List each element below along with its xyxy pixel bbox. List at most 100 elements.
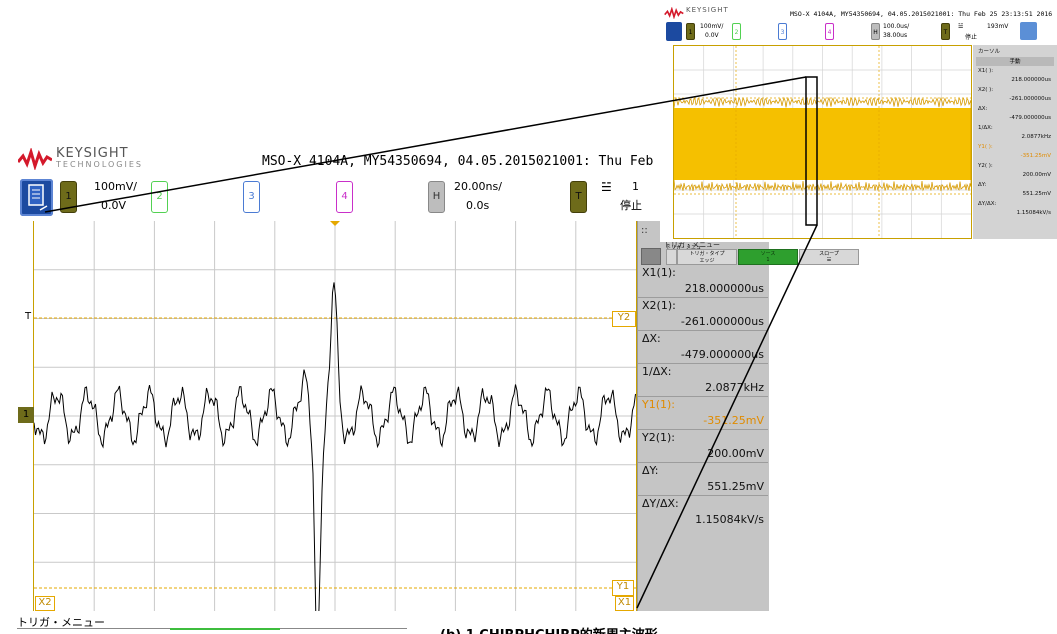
cursor-readout-value: 1.15084kV/s [695, 513, 764, 526]
mini-cursor-readout-label: Y2( ): [978, 163, 993, 169]
mini-slope-button[interactable]: スロープ ☱ [799, 249, 859, 265]
graticule [34, 221, 636, 611]
cursor-x1-tag[interactable]: X1 [615, 596, 634, 611]
mini-softkey-menu-button[interactable] [666, 249, 677, 265]
mini-source-button[interactable]: ソース 1 [738, 249, 798, 265]
mini-trigger-level: 193mV [987, 23, 1009, 30]
ch1-offset: 0.0V [101, 199, 127, 212]
mini-source-value: 1 [766, 257, 770, 263]
cursor-readout-value: -261.000000us [680, 315, 764, 328]
mini-cursor-readout-label: X1( ): [978, 68, 994, 74]
mini-trigger-type-button[interactable]: トリガ・タイプ エッジ [677, 249, 737, 265]
mini-slope-label: スロープ [819, 251, 839, 257]
channel-1-button[interactable]: 1 [60, 181, 77, 213]
mini-panel-mode[interactable]: 手動 [976, 57, 1054, 66]
cursor-y1-tag[interactable]: Y1 [612, 580, 634, 596]
menu-icon[interactable] [20, 179, 53, 216]
figure-caption: (b) 1 CHIRPHCHIRP的新周主波形 [440, 624, 840, 634]
mini-signal-band [674, 108, 971, 180]
mini-slope-value: ☱ [826, 257, 832, 263]
scope-id: MSO-X 4104A, MY54350694, 04.05.201502100… [262, 154, 662, 169]
mini-cursor-readout-value: -261.000000us [1009, 96, 1051, 102]
horizontal-delay: 0.0s [466, 199, 490, 212]
mini-channel-2-button[interactable]: 2 [732, 23, 741, 40]
trigger-source: 1 [632, 180, 639, 193]
cursor-readout-label: ΔX: [642, 332, 661, 345]
mini-channel-1-button[interactable]: 1 [686, 23, 695, 40]
cursor-readout-label: X1(1): [642, 266, 676, 279]
cursor-readout-value: 218.000000us [684, 282, 764, 295]
mini-trigger-type-label: トリガ・タイプ [689, 251, 725, 257]
mini-trigger-type-value: エッジ [699, 258, 715, 264]
mini-keysight-wave-icon [664, 7, 684, 19]
panel-handle-icon[interactable]: :: [641, 225, 648, 236]
mini-trigger-button[interactable]: T [941, 23, 950, 40]
mini-trigger-edge-icon: ☱ [958, 23, 964, 30]
cursor-readout-value: 551.25mV [707, 480, 764, 493]
cursor-readout-value: -479.000000us [680, 348, 764, 361]
trigger-button[interactable]: T [570, 181, 587, 213]
mini-horizontal-delay: 38.00us [883, 32, 908, 39]
mini-channel-3-button[interactable]: 3 [778, 23, 787, 40]
cursor-y2-tag[interactable]: Y2 [612, 311, 636, 327]
mini-waveform-display[interactable] [673, 45, 972, 239]
cursor-readout-label: ΔY: [642, 464, 659, 477]
mini-menu-icon[interactable] [666, 22, 682, 41]
trigger-position-marker [330, 221, 340, 226]
waveform-display[interactable] [33, 221, 637, 611]
mini-help-icon[interactable] [1020, 22, 1037, 40]
horizontal-button[interactable]: H [428, 181, 445, 213]
mini-ch1-scale: 100mV/ [700, 23, 724, 30]
mini-cursor-readout-label: ΔX: [978, 106, 988, 112]
mini-ch1-offset: 0.0V [705, 32, 719, 39]
cursor-x2-tag[interactable]: X2 [35, 596, 55, 611]
panel-separator [638, 297, 768, 298]
trigger-level-marker: T [25, 311, 32, 322]
run-status: 停止 [620, 199, 642, 212]
mini-cursor-readout-value: 218.000000us [1011, 77, 1051, 83]
panel-separator [638, 363, 768, 364]
mini-cursor-readout-label: ΔY/ΔX: [978, 201, 997, 207]
panel-menu-button[interactable] [641, 248, 661, 265]
logo-word: KEYSIGHT [56, 146, 129, 161]
mini-channel-4-button[interactable]: 4 [825, 23, 834, 40]
ch1-ground-marker[interactable]: 1 [18, 407, 34, 423]
mini-cursor-readout-label: Y1( ): [978, 144, 993, 150]
panel-separator [638, 330, 768, 331]
channel-2-button[interactable]: 2 [151, 181, 168, 213]
panel-separator [638, 396, 768, 397]
mini-cursor-readout-value: -351.25mV [1020, 153, 1051, 159]
mini-logo-word: KEYSIGHT [686, 6, 729, 14]
mini-cursor-readout-value: 1.15084kV/s [1016, 210, 1051, 216]
cursor-readout-value: -351.25mV [703, 414, 764, 427]
mini-cursor-readout-label: X2( ): [978, 87, 994, 93]
mini-cursor-readout-value: 2.0877kHz [1021, 134, 1051, 140]
cursor-readout-value: 2.0877kHz [705, 381, 764, 394]
panel-separator [638, 462, 768, 463]
panel-separator [638, 495, 768, 496]
mini-source-label: ソース [760, 251, 776, 257]
cursor-readout-label: ΔY/ΔX: [642, 497, 679, 510]
mini-cursor-readout-label: ΔY: [978, 182, 987, 188]
mini-cursor-readout-value: -479.000000us [1009, 115, 1051, 121]
mini-keysight-logo: KEYSIGHT [664, 6, 754, 20]
channel-4-button[interactable]: 4 [336, 181, 353, 213]
trigger-edge-icon: ☱ [601, 180, 612, 194]
mini-cursor-readout-value: 200.00mV [1022, 172, 1051, 178]
panel-separator [638, 429, 768, 430]
mini-horizontal-scale: 100.0us/ [883, 23, 910, 30]
cursor-readout-label: Y1(1): [642, 398, 676, 411]
mini-panel-title: カーソル [978, 49, 1001, 55]
mini-cursor-readout-label: 1/ΔX: [978, 125, 993, 131]
mini-cursor-readout-value: 551.25mV [1022, 191, 1051, 197]
mini-run-status: 停止 [965, 34, 978, 41]
mini-scope-id: MSO-X 4104A, MY54350694, 04.05.201502100… [790, 10, 1053, 18]
cursor-readout-label: 1/ΔX: [642, 365, 672, 378]
channel-3-button[interactable]: 3 [243, 181, 260, 213]
keysight-logo: KEYSIGHT TECHNOLOGIES [18, 146, 168, 176]
logo-sub: TECHNOLOGIES [56, 160, 143, 169]
ch1-scale: 100mV/ [94, 180, 137, 193]
horizontal-scale: 20.00ns/ [454, 180, 502, 193]
keysight-wave-icon [18, 148, 52, 170]
mini-horizontal-button[interactable]: H [871, 23, 880, 40]
